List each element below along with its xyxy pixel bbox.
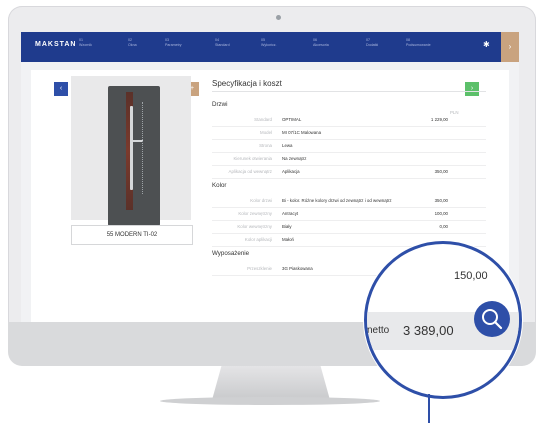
brand-logo[interactable]: MAKSTAN: [35, 41, 76, 48]
nav-item-4[interactable]: 04 Standard: [215, 38, 251, 48]
spec-row: Kierunek otwierania Na zewnątrz: [212, 152, 486, 166]
section-wyposazenie: Wyposażenie: [212, 250, 250, 257]
spec-row: Aplikacja od wewnątrz Aplikacja 350,00: [212, 165, 486, 179]
top-navbar: MAKSTAN 01 Wzornik 02 Okna 03 Parametry 04 S…: [21, 32, 519, 62]
door-decor-line: [142, 102, 144, 194]
nav-item-5[interactable]: 05 Wykończ.: [261, 38, 297, 48]
magnifier-pin: [428, 394, 430, 423]
section-kolor: Kolor: [212, 182, 227, 189]
product-name: 55 MODERN TI-02: [71, 225, 193, 245]
nav-item-1[interactable]: 01 Wzornik: [79, 38, 115, 48]
door-image: [108, 86, 160, 226]
nav-item-6[interactable]: 06 Akcesoria: [313, 38, 349, 48]
monitor-stand: [212, 366, 330, 400]
zoom-button[interactable]: [474, 301, 510, 337]
spec-row: Kolor zewnętrzny Antracyt 100,00: [212, 207, 486, 221]
nav-item-2[interactable]: 02 Okna: [128, 38, 164, 48]
spec-row: Kolor wewnętrzny Biały 0,00: [212, 220, 486, 234]
total-value: 3 389,00: [403, 323, 454, 338]
total-label: netto: [367, 325, 390, 336]
search-icon: [482, 309, 503, 330]
door-preview: [71, 76, 191, 226]
spec-row: Kolor drzwi Bi - kolor. Różne kolory drzw…: [212, 194, 486, 208]
monitor-foot: [160, 397, 380, 405]
nav-item-3[interactable]: 03 Parametry: [165, 38, 201, 48]
settings-icon[interactable]: ✱: [483, 41, 491, 49]
door-handle: [130, 106, 133, 190]
spec-row: Strona Lewa: [212, 139, 486, 153]
section-drzwi: Drzwi: [212, 101, 228, 108]
magnified-price: 150,00: [454, 270, 488, 282]
camera: [276, 15, 281, 20]
spec-row: Standard OPTIMAL 1 229,00: [212, 113, 486, 127]
nav-item-7[interactable]: 07 Dodatki: [366, 38, 402, 48]
prev-arrow-button[interactable]: ‹: [54, 82, 68, 96]
spec-row: Model MI 07/1C Malowana: [212, 126, 486, 140]
menu-button[interactable]: ›: [501, 32, 519, 62]
spec-title: Specyfikacja i koszt: [212, 77, 486, 92]
nav-item-8[interactable]: 08 Podsumowanie: [406, 38, 442, 48]
